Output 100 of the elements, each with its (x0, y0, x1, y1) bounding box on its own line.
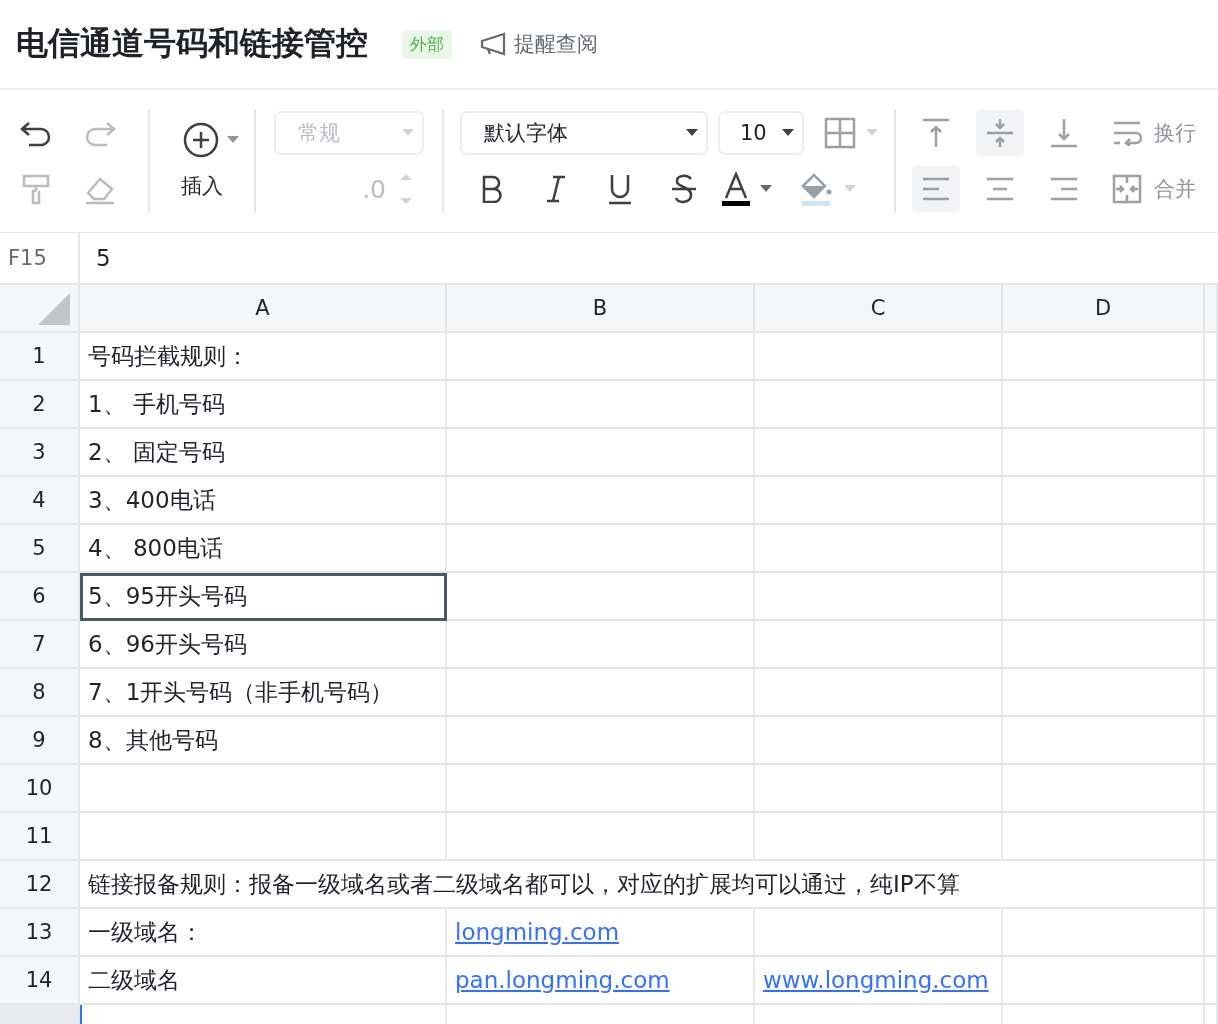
grid-cell[interactable] (1205, 429, 1218, 477)
grid-cell[interactable] (755, 333, 1003, 381)
grid-cell[interactable] (1205, 765, 1218, 813)
grid-cell[interactable] (1205, 621, 1218, 669)
grid-cell[interactable] (1003, 813, 1205, 861)
paint-roller-icon (21, 173, 51, 205)
column-header[interactable]: B (447, 285, 755, 333)
underline-icon (608, 173, 632, 205)
row-header[interactable]: 7 (0, 621, 80, 669)
grid-cell[interactable] (755, 765, 1003, 813)
row-header[interactable]: 8 (0, 669, 80, 717)
grid-cell[interactable] (447, 573, 755, 621)
grid-cell[interactable] (80, 813, 447, 861)
external-tag: 外部 (402, 29, 452, 59)
table-cell: 二级域名 (80, 957, 447, 1005)
grid-cell[interactable] (1205, 477, 1218, 525)
grid-cell[interactable] (447, 429, 755, 477)
grid-cell[interactable] (447, 333, 755, 381)
caret-icon (760, 185, 772, 193)
grid-cell[interactable] (1205, 861, 1218, 909)
row-header[interactable]: 13 (0, 909, 80, 957)
row-header[interactable]: 9 (0, 717, 80, 765)
table-cell: 1、 手机号码 (80, 381, 447, 429)
merge-cells-icon (1112, 174, 1142, 204)
grid-cell[interactable] (1205, 333, 1218, 381)
row-header[interactable]: 2 (0, 381, 80, 429)
grid-cell[interactable] (447, 621, 755, 669)
row-header[interactable]: 12 (0, 861, 80, 909)
grid-cell[interactable] (1003, 957, 1205, 1005)
grid-cell[interactable] (1003, 429, 1205, 477)
plus-circle-icon[interactable] (183, 122, 219, 158)
grid-cell[interactable] (447, 717, 755, 765)
grid-cell[interactable] (755, 429, 1003, 477)
row-header[interactable]: 3 (0, 429, 80, 477)
column-header[interactable] (1205, 285, 1218, 333)
grid-cell[interactable] (1205, 669, 1218, 717)
link-cell[interactable]: longming.com (447, 909, 755, 957)
grid-cell[interactable] (1003, 669, 1205, 717)
grid-cell[interactable] (1003, 333, 1205, 381)
font-color-icon[interactable] (722, 172, 750, 206)
column-header[interactable]: A (80, 285, 447, 333)
grid-cell[interactable] (755, 621, 1003, 669)
align-middle-button[interactable] (976, 110, 1024, 156)
grid-cell[interactable] (1205, 573, 1218, 621)
grid-cell[interactable] (755, 573, 1003, 621)
grid-cell[interactable] (1003, 909, 1205, 957)
grid-cell[interactable] (447, 525, 755, 573)
row-header[interactable]: 6 (0, 573, 80, 621)
grid-cell[interactable] (1205, 957, 1218, 1005)
grid-cell[interactable] (1205, 717, 1218, 765)
table-cell: 3、400电话 (80, 477, 447, 525)
grid-cell[interactable] (447, 381, 755, 429)
grid-cell[interactable] (755, 717, 1003, 765)
row-header[interactable]: 14 (0, 957, 80, 1005)
fill-color-icon[interactable] (800, 172, 834, 206)
row-header[interactable]: 1 (0, 333, 80, 381)
stepper-icon[interactable] (400, 172, 412, 206)
grid-cell[interactable] (1003, 477, 1205, 525)
formula-field[interactable]: 5 (80, 233, 1218, 283)
grid-cell[interactable] (1003, 525, 1205, 573)
grid-cell[interactable] (1003, 381, 1205, 429)
grid-cell[interactable] (80, 765, 447, 813)
grid-cell[interactable] (447, 765, 755, 813)
table-cell: 7、1开头号码（非手机号码） (80, 669, 447, 717)
align-left-button[interactable] (912, 166, 960, 212)
document-title: 电信通道号码和链接管控 (16, 23, 368, 64)
link-cell[interactable]: www.longming.com (755, 957, 1003, 1005)
select-all-icon[interactable] (38, 293, 70, 325)
column-header[interactable]: C (755, 285, 1003, 333)
font-size-dropdown[interactable]: 10 (718, 111, 804, 155)
row-header[interactable]: 11 (0, 813, 80, 861)
grid-cell[interactable] (447, 477, 755, 525)
row-header[interactable]: 5 (0, 525, 80, 573)
grid-cell[interactable] (1205, 525, 1218, 573)
row-header[interactable]: 10 (0, 765, 80, 813)
grid-cell[interactable] (755, 813, 1003, 861)
grid-cell[interactable] (1205, 813, 1218, 861)
grid-cell[interactable] (755, 525, 1003, 573)
font-dropdown[interactable]: 默认字体 (460, 111, 708, 155)
align-right-icon (1049, 176, 1079, 202)
grid-cell[interactable] (447, 669, 755, 717)
cell-name-box[interactable]: F15 (0, 233, 80, 283)
grid-cell[interactable] (1003, 621, 1205, 669)
grid-cell[interactable] (1003, 717, 1205, 765)
grid-cell[interactable] (1003, 573, 1205, 621)
grid-cell[interactable] (447, 813, 755, 861)
table-cell: 链接报备规则：报备一级域名或者二级域名都可以，对应的扩展均可以通过，纯IP不算 (80, 861, 1205, 909)
remind-button[interactable]: 提醒查阅 (480, 30, 598, 58)
grid-cell[interactable] (755, 909, 1003, 957)
column-header[interactable]: D (1003, 285, 1205, 333)
grid-cell[interactable] (1205, 381, 1218, 429)
grid-cell[interactable] (1003, 765, 1205, 813)
borders-icon[interactable] (824, 117, 856, 149)
grid-cell[interactable] (1205, 909, 1218, 957)
grid-cell[interactable] (755, 669, 1003, 717)
row-header[interactable]: 4 (0, 477, 80, 525)
grid-cell[interactable] (755, 477, 1003, 525)
link-cell[interactable]: pan.longming.com (447, 957, 755, 1005)
caret-icon (227, 136, 239, 144)
grid-cell[interactable] (755, 381, 1003, 429)
